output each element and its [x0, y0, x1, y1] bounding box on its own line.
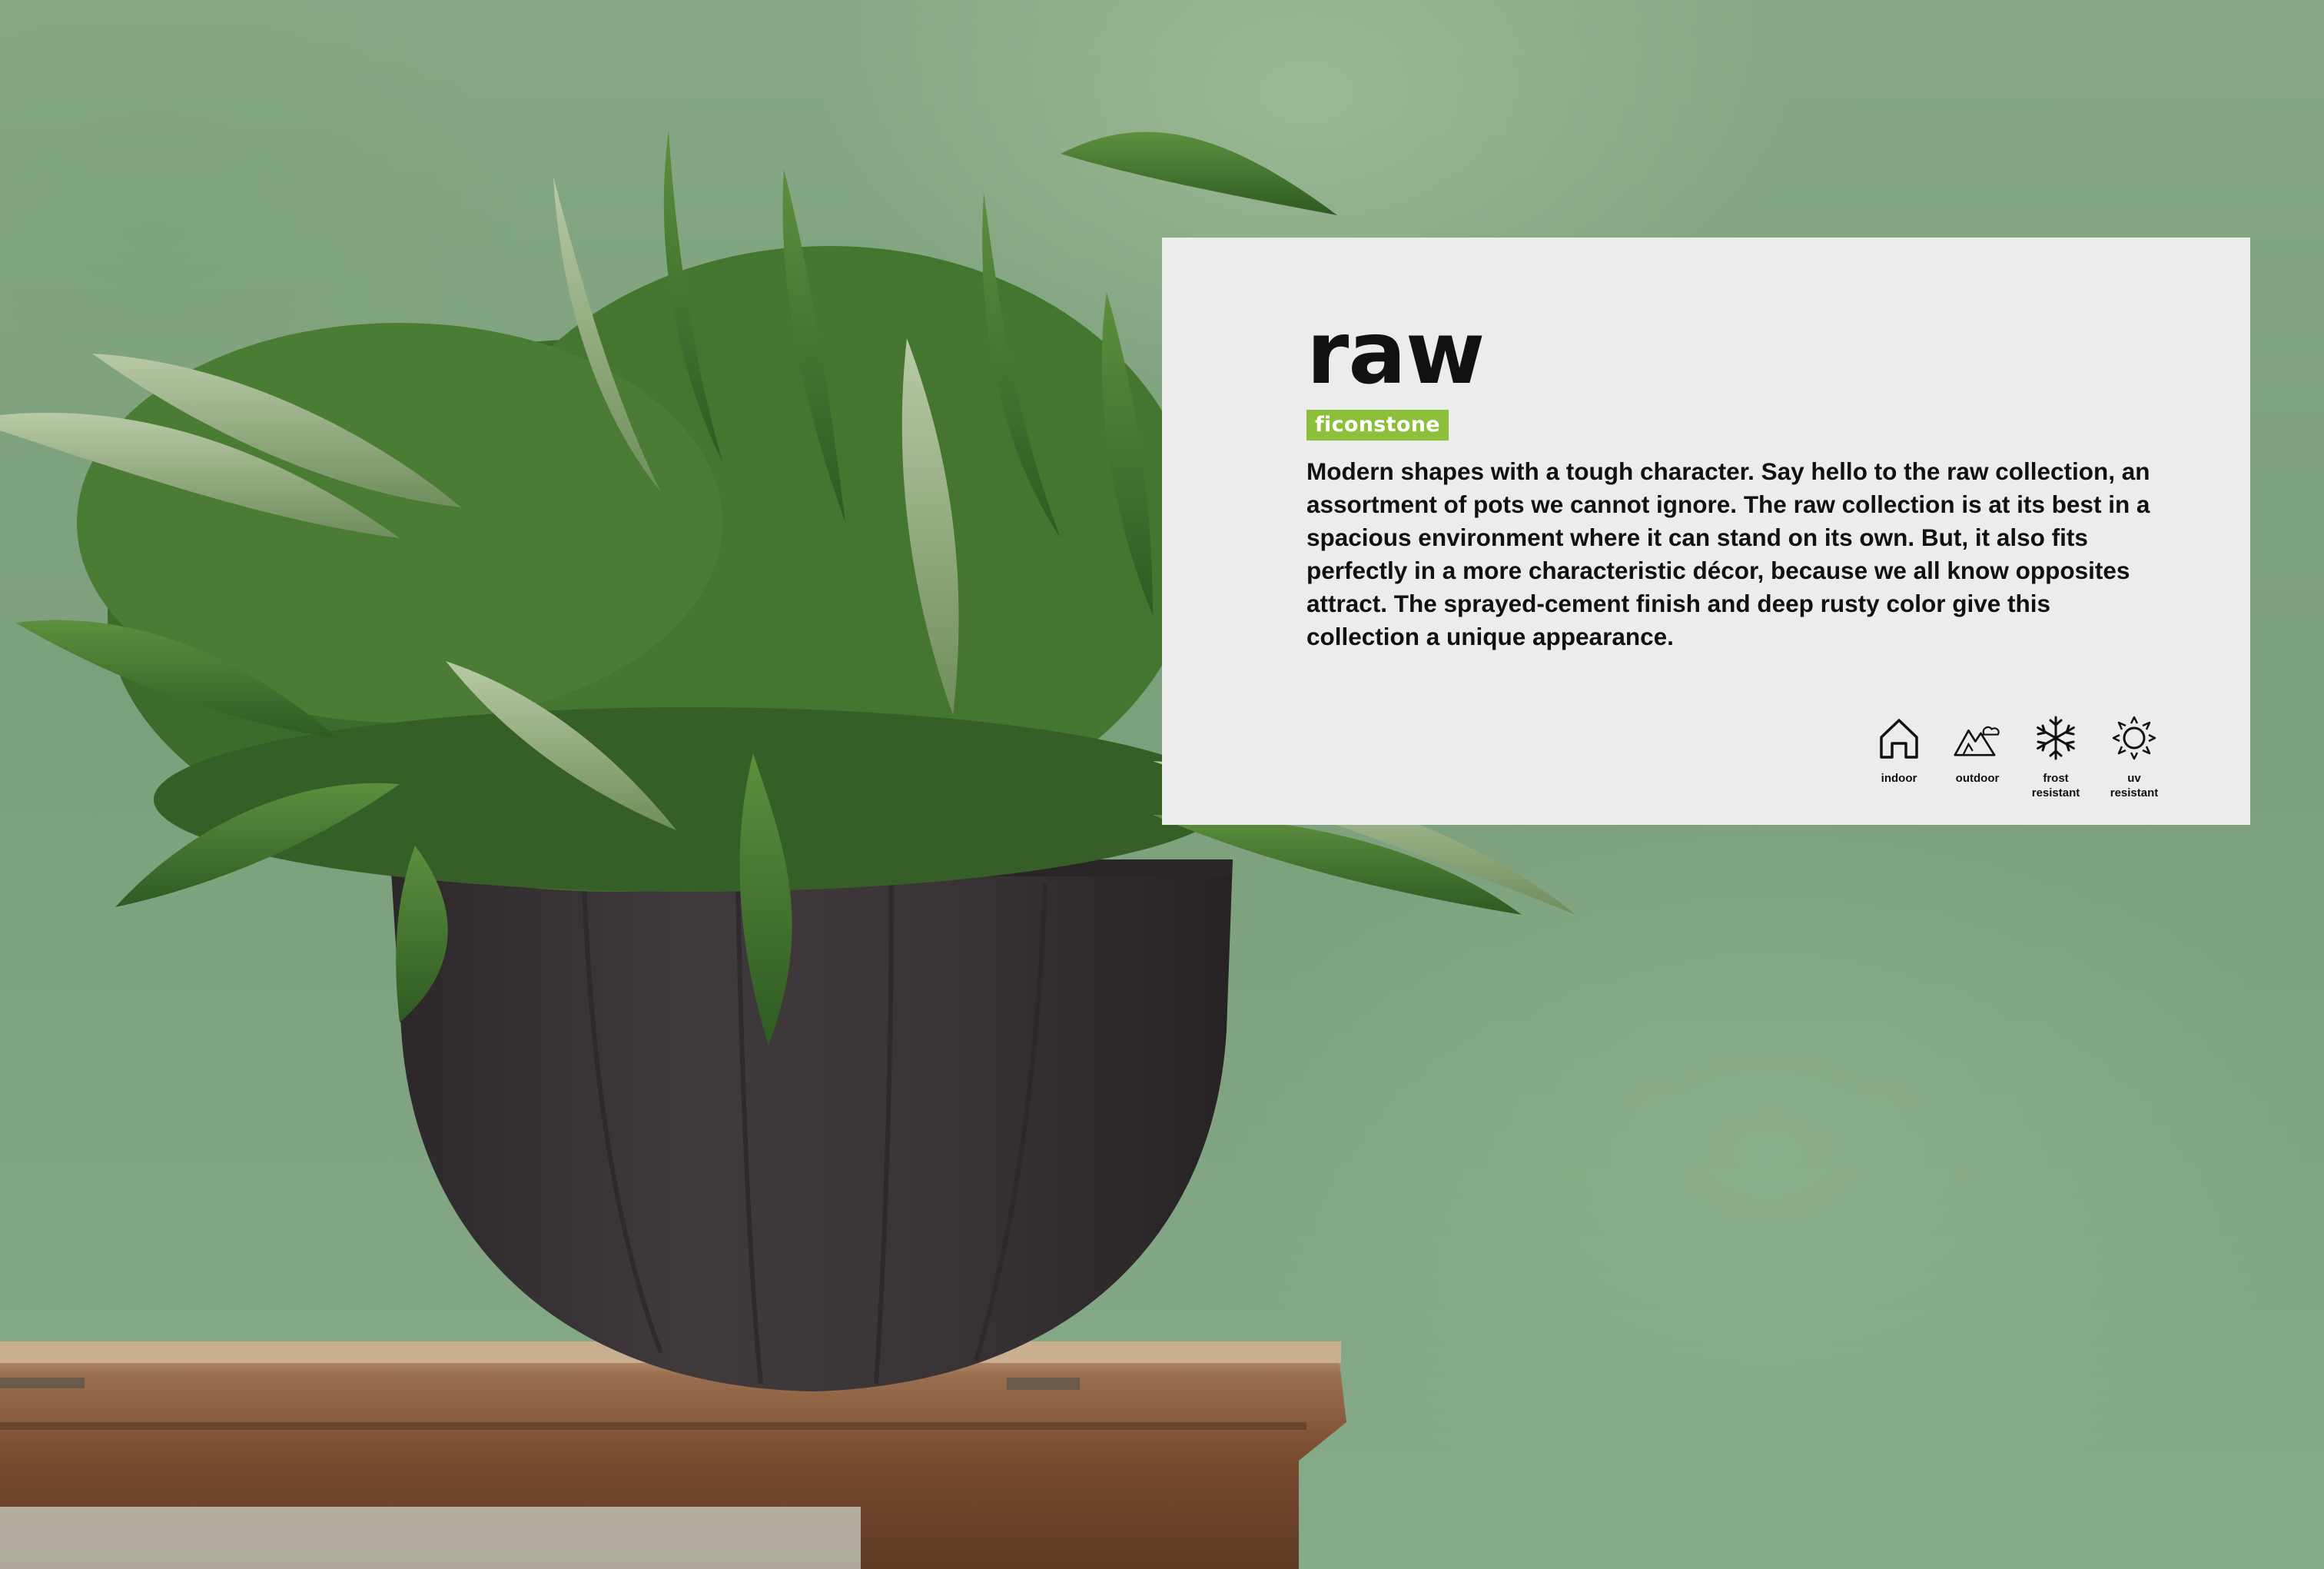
feature-label: frost resistant — [2031, 772, 2080, 799]
mountain-cloud-icon — [1954, 726, 2000, 756]
feature-indoor: indoor — [1860, 714, 1938, 806]
feature-icons: indoor outdoor frost resistant uv resist… — [1860, 714, 2183, 806]
feature-label: outdoor — [1955, 772, 2000, 785]
product-info-panel: raw ficonstone Modern shapes with a toug… — [1162, 238, 2250, 825]
feature-label: indoor — [1881, 772, 1917, 785]
collection-description: Modern shapes with a tough character. Sa… — [1306, 457, 2150, 650]
feature-frost-resistant: frost resistant — [2017, 714, 2095, 806]
brand-badge: ficonstone — [1306, 410, 1449, 440]
snowflake-icon — [2037, 716, 2075, 760]
black-pot — [390, 859, 1233, 1391]
collection-title: raw — [1306, 304, 1485, 404]
feature-uv-resistant: uv resistant — [2095, 714, 2173, 806]
house-icon — [1880, 719, 1918, 759]
feature-outdoor: outdoor — [1938, 714, 2017, 806]
sun-icon — [2112, 716, 2156, 760]
wooden-stool — [0, 1341, 1346, 1569]
feature-label: uv resistant — [2110, 772, 2159, 799]
